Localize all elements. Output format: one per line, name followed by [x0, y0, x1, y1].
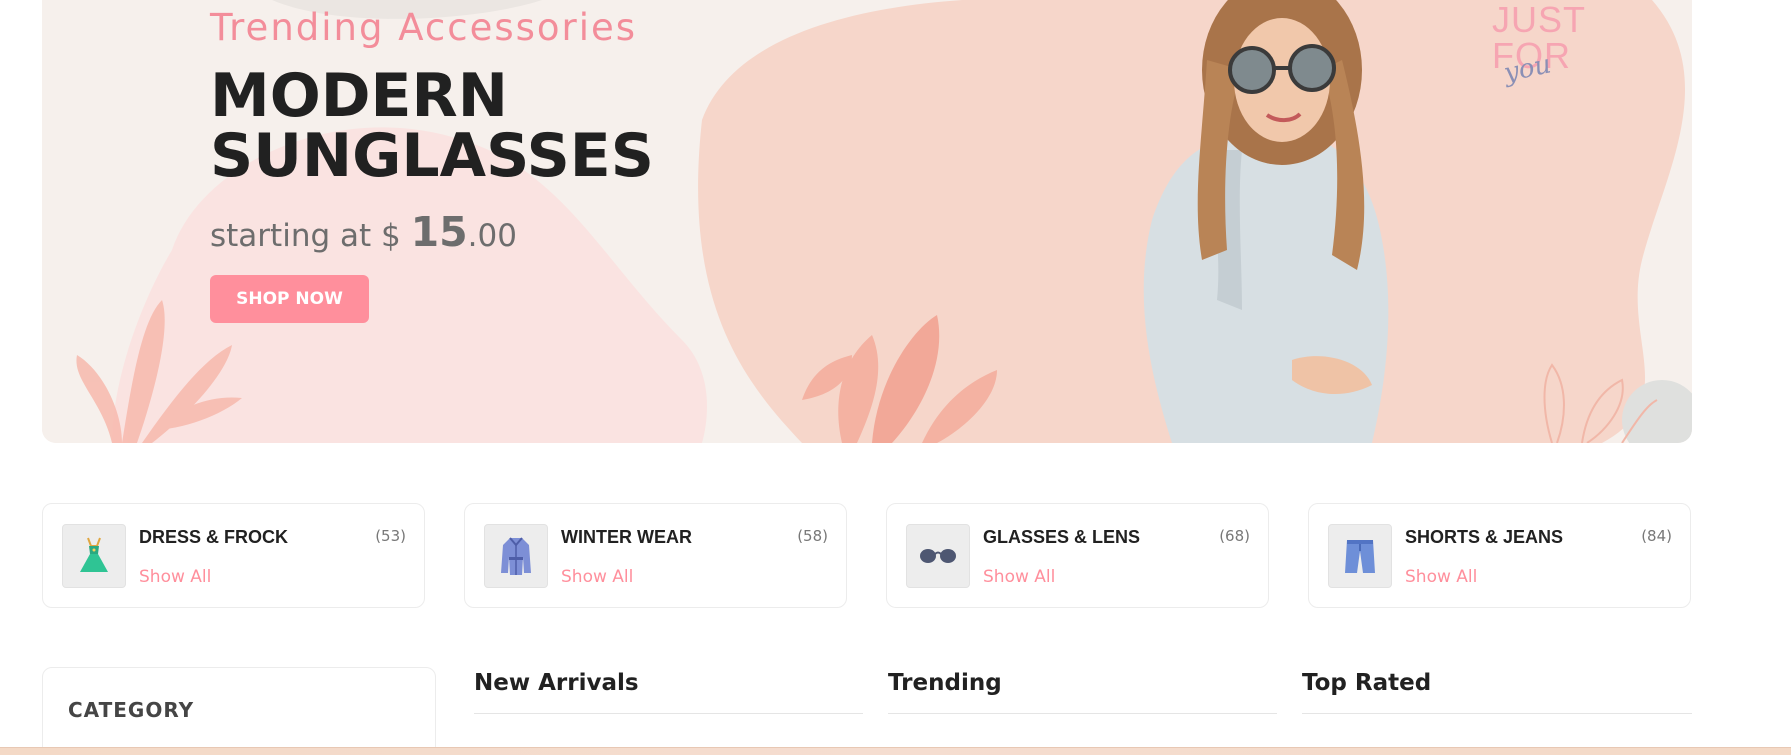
- glasses-icon: [906, 524, 970, 588]
- dress-icon: [62, 524, 126, 588]
- price-whole: 15: [410, 208, 468, 256]
- divider: [1302, 713, 1692, 714]
- category-cards: DRESS & FROCK (53) Show All WINTER WEAR …: [42, 503, 1692, 608]
- category-count: (84): [1641, 527, 1672, 545]
- price-prefix: starting at $: [210, 218, 401, 254]
- price-cents: .00: [467, 218, 517, 254]
- category-title: GLASSES & LENS: [983, 527, 1141, 547]
- category-sidebar: CATEGORY: [42, 667, 436, 755]
- new-arrivals-heading: New Arrivals: [474, 670, 639, 696]
- page: Trending Accessories MODERN SUNGLASSES s…: [0, 0, 1791, 755]
- category-count: (53): [375, 527, 406, 545]
- shorts-icon: [1328, 524, 1392, 588]
- hero-title: MODERN SUNGLASSES: [210, 61, 654, 191]
- category-title: WINTER WEAR: [561, 527, 692, 547]
- show-all-link[interactable]: Show All: [139, 567, 211, 587]
- category-count: (58): [797, 527, 828, 545]
- category-card-glasses[interactable]: GLASSES & LENS (68) Show All: [886, 503, 1269, 608]
- divider: [474, 713, 863, 714]
- hero-subtitle: Trending Accessories: [210, 6, 638, 49]
- category-card-dress[interactable]: DRESS & FROCK (53) Show All: [42, 503, 425, 608]
- show-all-link[interactable]: Show All: [1405, 567, 1477, 587]
- bottom-strip: [0, 747, 1791, 755]
- hero-price: starting at $ 15.00: [210, 208, 517, 256]
- coat-icon: [484, 524, 548, 588]
- show-all-link[interactable]: Show All: [983, 567, 1055, 587]
- shop-now-button[interactable]: SHOP NOW: [210, 275, 369, 323]
- just-for-you-tag: JUST FOR you: [1492, 0, 1602, 95]
- category-heading: CATEGORY: [68, 698, 195, 722]
- tag-line-1: JUST: [1492, 0, 1586, 40]
- trending-heading: Trending: [888, 670, 1002, 696]
- divider: [888, 713, 1277, 714]
- show-all-link[interactable]: Show All: [561, 567, 633, 587]
- hero-banner[interactable]: Trending Accessories MODERN SUNGLASSES s…: [42, 0, 1692, 443]
- category-count: (68): [1219, 527, 1250, 545]
- category-card-winter[interactable]: WINTER WEAR (58) Show All: [464, 503, 847, 608]
- category-title: SHORTS & JEANS: [1405, 527, 1564, 547]
- category-title: DRESS & FROCK: [139, 527, 289, 547]
- top-rated-heading: Top Rated: [1302, 670, 1432, 696]
- category-card-shorts[interactable]: SHORTS & JEANS (84) Show All: [1308, 503, 1691, 608]
